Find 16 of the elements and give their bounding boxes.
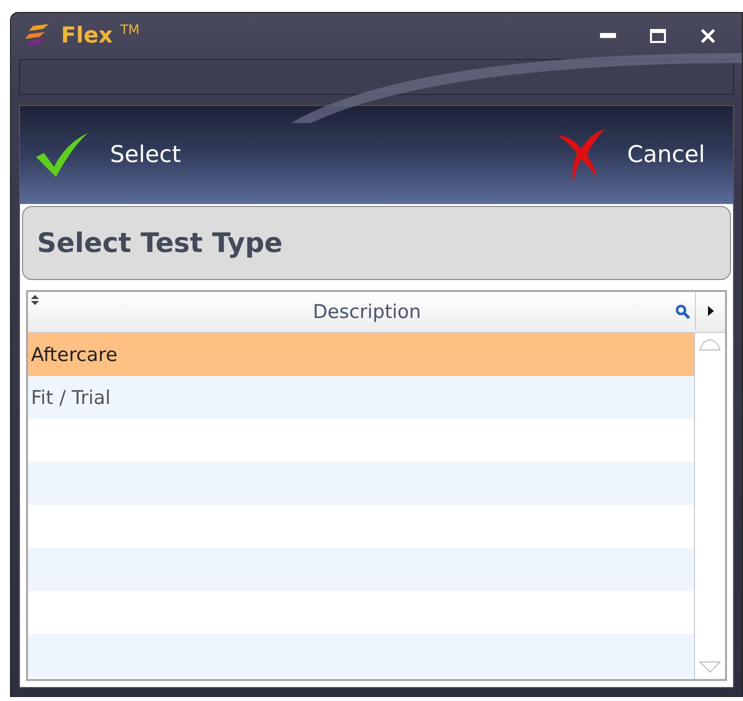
close-icon <box>700 28 716 44</box>
minimize-icon <box>600 33 616 39</box>
window-title: Flex $^{TM}$ <box>61 23 141 49</box>
search-icon <box>675 304 691 320</box>
logo-icon <box>25 24 51 48</box>
checkmark-icon <box>34 131 90 179</box>
right-arrow-icon <box>708 306 714 316</box>
scroll-down-icon <box>699 661 721 673</box>
select-button[interactable]: Select <box>34 131 181 179</box>
sort-icon <box>31 295 39 305</box>
scroll-up-icon <box>699 339 721 351</box>
cross-icon <box>555 127 608 183</box>
maximize-icon <box>650 29 666 43</box>
cancel-button[interactable]: Cancel <box>555 127 705 183</box>
header-title: Select Test Type <box>37 228 283 258</box>
table-row[interactable]: Aftercare <box>28 333 694 376</box>
